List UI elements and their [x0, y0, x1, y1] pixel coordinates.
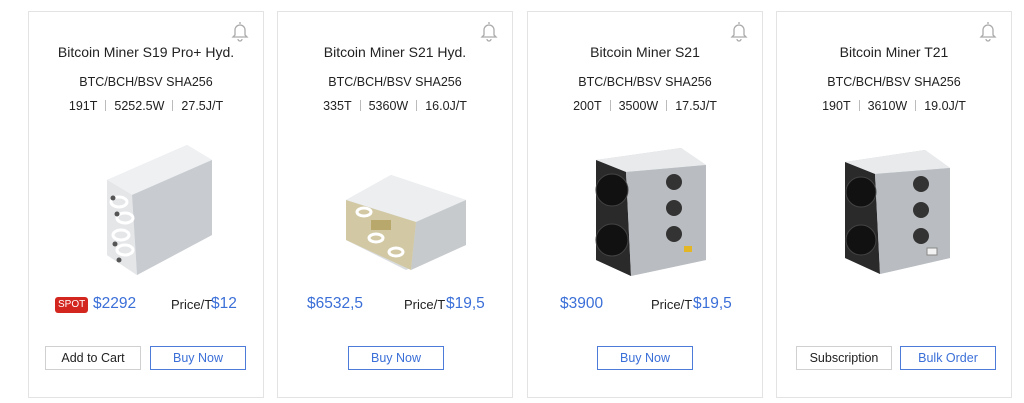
divider [858, 100, 860, 111]
product-algorithm: BTC/BCH/BSV SHA256 [827, 75, 961, 89]
spot-badge: SPOT [55, 297, 89, 313]
efficiency: 19.0J/T [924, 99, 966, 113]
efficiency: 16.0J/T [425, 99, 467, 113]
product-name[interactable]: Bitcoin Miner T21 [777, 44, 1011, 60]
buy-now-button[interactable]: Buy Now [597, 346, 693, 370]
bell-icon[interactable] [730, 20, 748, 42]
bell-icon[interactable] [231, 20, 249, 42]
price-row: SPOT $2292 Price/T $12 [29, 295, 263, 317]
price-per-t: $19,5 [446, 295, 485, 312]
product-image[interactable] [815, 140, 975, 276]
efficiency: 17.5J/T [675, 99, 717, 113]
product-specs: 200T 3500W 17.5J/T [528, 99, 762, 113]
product-algorithm: BTC/BCH/BSV SHA256 [79, 75, 213, 89]
bell-icon[interactable] [480, 20, 498, 42]
hashrate: 191T [68, 99, 98, 113]
divider [416, 100, 418, 111]
subscription-button[interactable]: Subscription [796, 346, 892, 370]
product-name[interactable]: Bitcoin Miner S21 [528, 44, 762, 60]
price-per-t: $19,5 [693, 295, 732, 312]
add-to-cart-button[interactable]: Add to Cart [45, 346, 141, 370]
buy-now-button[interactable]: Buy Now [150, 346, 246, 370]
product-card-s21-hyd: Bitcoin Miner S21 Hyd. BTC/BCH/BSV SHA25… [277, 11, 513, 398]
product-name[interactable]: Bitcoin Miner S21 Hyd. [278, 44, 512, 60]
price-per-t-label: Price/T [171, 297, 213, 312]
product-specs: 335T 5360W 16.0J/T [278, 99, 512, 113]
divider [105, 100, 107, 111]
product-name[interactable]: Bitcoin Miner S19 Pro+ Hyd. [29, 44, 263, 60]
power: 5252.5W [114, 99, 165, 113]
product-algorithm: BTC/BCH/BSV SHA256 [578, 75, 712, 89]
product-algorithm: BTC/BCH/BSV SHA256 [328, 75, 462, 89]
price-row: $6532,5 Price/T $19,5 [278, 295, 512, 317]
power: 5360W [368, 99, 409, 113]
hashrate: 190T [822, 99, 851, 113]
price: $3900 [560, 295, 604, 312]
power: 3610W [867, 99, 908, 113]
product-card-t21: Bitcoin Miner T21 BTC/BCH/BSV SHA256 190… [776, 11, 1012, 398]
product-specs: 190T 3610W 19.0J/T [777, 99, 1011, 113]
bell-icon[interactable] [979, 20, 997, 42]
bulk-order-button[interactable]: Bulk Order [900, 346, 996, 370]
product-card-s19-pro-hyd: Bitcoin Miner S19 Pro+ Hyd. BTC/BCH/BSV … [28, 11, 264, 398]
buy-now-button[interactable]: Buy Now [348, 346, 444, 370]
divider [666, 100, 668, 111]
product-image[interactable] [67, 140, 227, 276]
product-image[interactable] [316, 140, 476, 276]
product-image[interactable] [566, 140, 726, 276]
hashrate: 335T [323, 99, 352, 113]
price: $2292 [93, 295, 137, 312]
price-row: $3900 Price/T $19,5 [528, 295, 762, 317]
divider [172, 100, 174, 111]
divider [609, 100, 611, 111]
price-per-t-label: Price/T [404, 297, 446, 312]
product-specs: 191T 5252.5W 27.5J/T [29, 99, 263, 113]
power: 3500W [618, 99, 659, 113]
price-per-t: $12 [211, 295, 237, 312]
divider [359, 100, 361, 111]
product-card-s21: Bitcoin Miner S21 BTC/BCH/BSV SHA256 200… [527, 11, 763, 398]
price-per-t-label: Price/T [651, 297, 693, 312]
price: $6532,5 [307, 295, 364, 312]
hashrate: 200T [573, 99, 602, 113]
efficiency: 27.5J/T [181, 99, 224, 113]
divider [915, 100, 917, 111]
